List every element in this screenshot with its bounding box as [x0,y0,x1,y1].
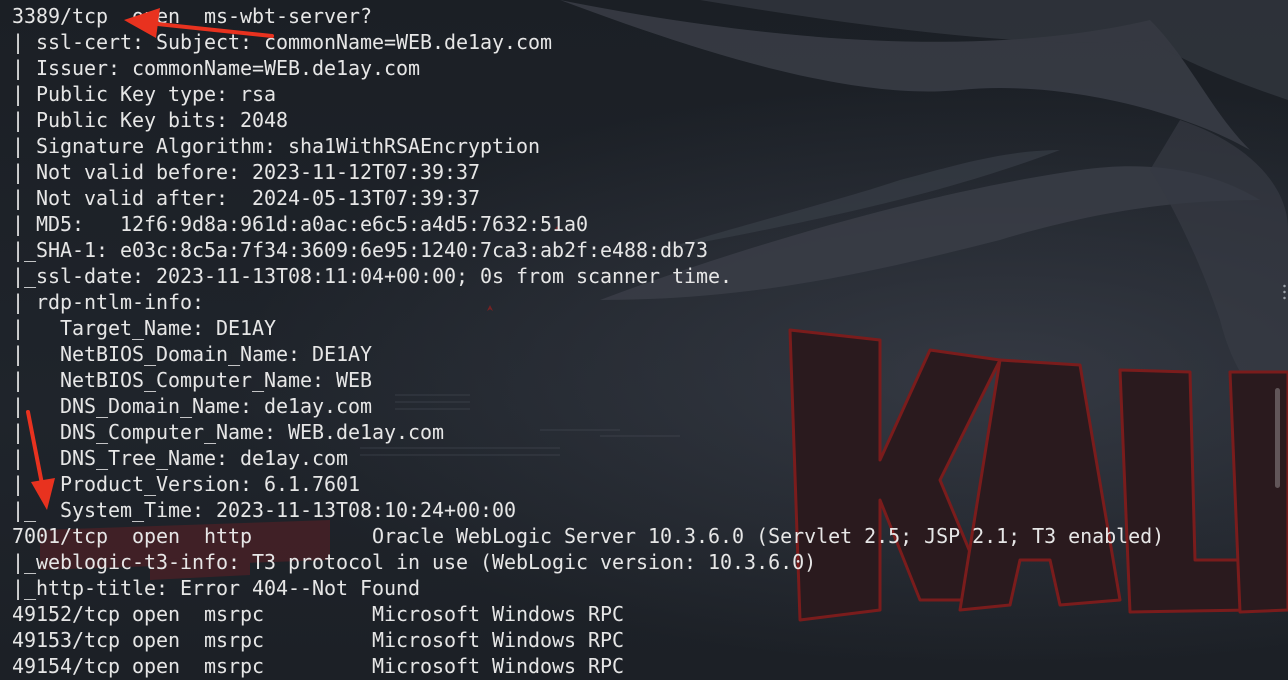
output-line-port-7001: 7001/tcp open http Oracle WebLogic Serve… [12,524,1165,548]
terminal-scrollbar[interactable] [1275,388,1280,488]
output-line-valid-before: | Not valid before: 2023-11-12T07:39:37 [12,160,481,184]
output-line-key-type: | Public Key type: rsa [12,82,277,106]
output-line-http-title: |_http-title: Error 404--Not Found [12,576,421,600]
output-line-sha1: |_SHA-1: e03c:8c5a:7f34:3609:6e95:1240:7… [12,238,709,262]
output-line-system-time: |_ System_Time: 2023-11-13T08:10:24+00:0… [12,498,517,522]
output-line-netbios-domain: | NetBIOS_Domain_Name: DE1AY [12,342,373,366]
output-line-dns-tree: | DNS_Tree_Name: de1ay.com [12,446,349,470]
output-line-valid-after: | Not valid after: 2024-05-13T07:39:37 [12,186,481,210]
output-line-dns-computer: | DNS_Computer_Name: WEB.de1ay.com [12,420,445,444]
output-line-port-49154: 49154/tcp open msrpc Microsoft Windows R… [12,654,625,678]
scan-output[interactable]: 3389/tcp open ms-wbt-server? | ssl-cert: … [12,3,1164,679]
output-line-port-3389: 3389/tcp open ms-wbt-server? [12,4,373,28]
output-line-product-version: | Product_Version: 6.1.7601 [12,472,361,496]
drag-handle[interactable] [1283,283,1286,301]
output-line-port-49152: 49152/tcp open msrpc Microsoft Windows R… [12,602,625,626]
output-line-issuer: | Issuer: commonName=WEB.de1ay.com [12,56,421,80]
terminal-window[interactable]: 3389/tcp open ms-wbt-server? | ssl-cert: … [0,0,1288,680]
output-line-signature: | Signature Algorithm: sha1WithRSAEncryp… [12,134,541,158]
output-line-weblogic-t3: |_weblogic-t3-info: T3 protocol in use (… [12,550,817,574]
output-line-ssl-cert: | ssl-cert: Subject: commonName=WEB.de1a… [12,30,553,54]
output-line-md5: | MD5: 12f6:9d8a:961d:a0ac:e6c5:a4d5:763… [12,212,589,236]
output-line-port-49153: 49153/tcp open msrpc Microsoft Windows R… [12,628,625,652]
output-line-dns-domain: | DNS_Domain_Name: de1ay.com [12,394,373,418]
output-line-rdp-ntlm-info: | rdp-ntlm-info: [12,290,205,314]
output-line-key-bits: | Public Key bits: 2048 [12,108,289,132]
output-line-netbios-computer: | NetBIOS_Computer_Name: WEB [12,368,373,392]
output-line-target-name: | Target_Name: DE1AY [12,316,277,340]
output-line-ssl-date: |_ssl-date: 2023-11-13T08:11:04+00:00; 0… [12,264,733,288]
